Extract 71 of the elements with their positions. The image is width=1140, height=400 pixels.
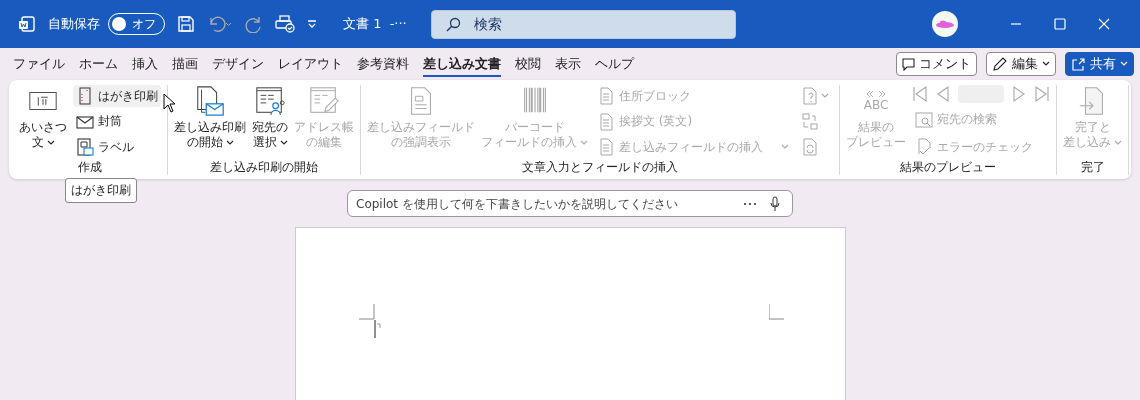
previous-record-icon[interactable] — [935, 85, 951, 103]
microphone-icon[interactable] — [769, 196, 781, 212]
group-label: 文章入力とフィールドの挿入 — [522, 160, 678, 175]
ribbon-button[interactable]: 封筒 — [73, 110, 161, 133]
next-record-icon[interactable] — [1011, 85, 1027, 103]
save-icon[interactable] — [177, 15, 195, 33]
caret-icon — [580, 139, 588, 146]
ribbon-tab[interactable]: ファイル — [6, 51, 72, 77]
search-icon — [444, 16, 461, 33]
share-icon — [1071, 56, 1086, 72]
share-button[interactable]: 共有 — [1065, 52, 1134, 76]
ribbon-tab[interactable]: 校閲 — [508, 51, 548, 77]
ribbon-tab[interactable]: ヘルプ — [588, 51, 641, 77]
group-label: 完了 — [1080, 160, 1105, 175]
document-icon — [597, 138, 615, 156]
caret-icon — [781, 144, 789, 150]
document-icon — [597, 112, 615, 131]
caret-icon — [225, 139, 234, 146]
ribbon-tab[interactable]: 参考資料 — [350, 51, 416, 77]
caret-icon — [1114, 139, 1122, 146]
refresh-document-icon — [802, 138, 818, 156]
group-label: 結果のプレビュー — [900, 160, 996, 175]
document-title: 文書 1 -··· — [343, 15, 407, 33]
document-check-icon — [915, 138, 933, 156]
address-list-icon — [254, 85, 286, 117]
document-envelope-icon — [194, 85, 226, 117]
ribbon-tab[interactable]: デザイン — [205, 51, 271, 77]
ribbon-tab[interactable]: 挿入 — [125, 51, 165, 77]
pencil-icon — [992, 56, 1008, 72]
speech-bubble-icon — [902, 57, 915, 71]
ribbon-button[interactable]: 宛先の 選択 — [250, 85, 290, 150]
caret-icon — [1120, 61, 1128, 67]
ribbon-button[interactable]: はがき印刷 — [73, 85, 161, 107]
search-field[interactable]: 検索 — [430, 9, 736, 39]
maximize-icon[interactable] — [1054, 18, 1066, 30]
print-icon[interactable] — [275, 15, 295, 33]
mouse-pointer-icon — [163, 93, 177, 113]
ribbon-button[interactable]: ラベル — [73, 136, 161, 158]
autosave-label: 自動保存 — [48, 15, 100, 33]
corner-mark-icon — [358, 304, 375, 320]
search-document-icon — [915, 110, 933, 129]
comment-button[interactable]: コメント — [896, 52, 977, 76]
word-icon[interactable] — [18, 15, 36, 33]
group-label: 差し込み印刷の開始 — [210, 160, 318, 175]
ribbon-button[interactable]: あいさつ 文 — [17, 85, 69, 150]
document-question-icon — [802, 87, 818, 105]
caret-icon — [821, 93, 829, 99]
ribbon-tab[interactable]: 差し込み文書 — [416, 51, 508, 77]
avatar-icon[interactable] — [932, 11, 958, 37]
corner-mark-icon — [768, 304, 785, 320]
document-icon — [597, 87, 615, 105]
swap-icon — [802, 112, 818, 131]
ribbon-tab[interactable]: レイアウト — [271, 51, 350, 77]
close-icon[interactable] — [1098, 18, 1110, 30]
ribbon-tab[interactable]: ホーム — [72, 51, 125, 77]
customize-caret-icon[interactable] — [307, 20, 317, 28]
text-cursor-icon — [373, 320, 382, 338]
group-label: 作成 — [78, 160, 102, 175]
last-record-icon[interactable] — [1034, 85, 1050, 103]
copilot-prompt-field[interactable]: Copilot を使用して何を下書きしたいかを説明してください — [347, 190, 793, 217]
caret-icon — [1042, 61, 1050, 67]
more-icon[interactable] — [743, 202, 757, 206]
caret-icon — [279, 139, 288, 146]
caret-icon — [46, 139, 55, 146]
ribbon-tab[interactable]: 描画 — [165, 51, 205, 77]
ribbon-tab[interactable]: 表示 — [548, 51, 588, 77]
postcard-icon — [76, 87, 94, 105]
edit-mode-button[interactable]: 編集 — [986, 52, 1056, 76]
tooltip: はがき印刷 — [65, 178, 137, 203]
ribbon-button[interactable]: 差し込み印刷 の開始 — [172, 85, 248, 150]
label-icon — [76, 138, 94, 156]
